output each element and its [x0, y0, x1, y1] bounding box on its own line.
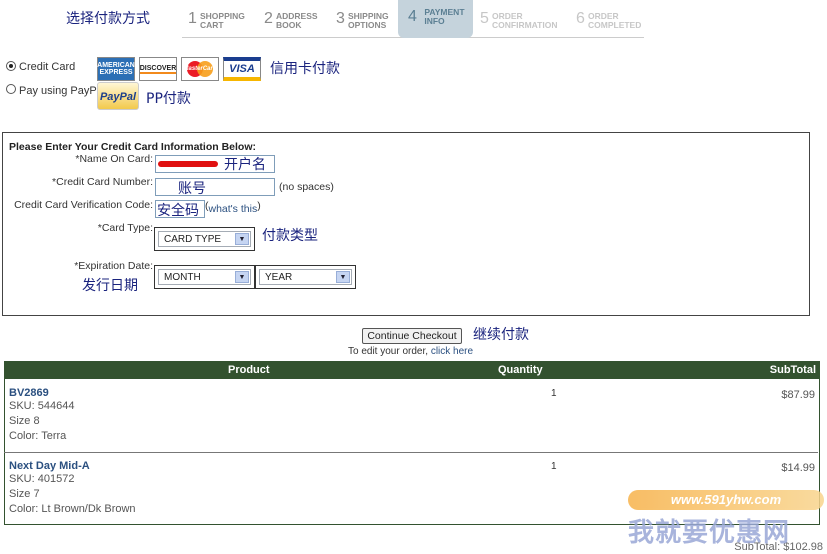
name-on-card-label: *Name On Card: [75, 153, 153, 165]
step-label: PAYMENT INFO [424, 7, 465, 26]
product-size: Size 7 [9, 488, 40, 500]
card-number-annotation: 账号 [178, 181, 206, 197]
paypal-logo[interactable]: PayPal [97, 82, 139, 110]
card-number-label: *Credit Card Number: [52, 176, 153, 188]
edit-order-note: To edit your order, click here [348, 346, 474, 357]
paypal-label[interactable]: Pay using PayPal [19, 85, 105, 97]
cvv-annotation: 安全码 [157, 203, 199, 219]
product-subtotal: $14.99 [781, 462, 815, 474]
visa-logo: VISA [223, 57, 261, 81]
name-annotation: 开户名 [224, 157, 266, 173]
card-number-hint: (no spaces) [279, 181, 334, 193]
product-color: Color: Terra [9, 430, 67, 442]
cvv-help: (what's this) [205, 200, 261, 215]
expiration-label: *Expiration Date: [74, 260, 153, 272]
edit-order-link[interactable]: click here [431, 346, 473, 357]
credit-card-label[interactable]: Credit Card [19, 61, 75, 73]
quantity-column-header: Quantity [498, 364, 543, 376]
step-number: 5 [480, 10, 489, 27]
step-label: SHOPPING CART [200, 11, 245, 30]
checkout-steps: 1 SHOPPING CART 2 ADDRESS BOOK 3 SHIPPIN… [182, 0, 644, 38]
subtotal-column-header: SubTotal [769, 364, 816, 376]
watermark-url: www.591yhw.com [628, 490, 824, 510]
expiration-annotation: 发行日期 [82, 278, 138, 294]
card-type-label: *Card Type: [97, 222, 153, 234]
product-sku: SKU: 544644 [9, 400, 75, 412]
step-number: 4 [408, 8, 417, 25]
step-label: ADDRESS BOOK [276, 11, 318, 30]
chevron-down-icon[interactable]: ▼ [336, 271, 350, 283]
paypal-radio[interactable] [6, 84, 16, 94]
whats-this-link[interactable]: what's this [209, 203, 258, 215]
step-number: 6 [576, 10, 585, 27]
row-divider [4, 452, 818, 453]
product-column-header: Product [228, 364, 270, 376]
paypal-annotation: PP付款 [146, 91, 191, 107]
step-label: ORDER CONFIRMATION [492, 11, 558, 30]
mastercard-logo: MasterCard [181, 57, 219, 81]
credit-card-annotation: 信用卡付款 [270, 61, 340, 77]
step-payment-info: 4 PAYMENT INFO [398, 0, 473, 38]
credit-card-radio[interactable] [6, 61, 16, 71]
product-sku: SKU: 401572 [9, 473, 75, 485]
month-select[interactable]: MONTH ▼ [154, 265, 255, 289]
card-type-select[interactable]: CARD TYPE ▼ [154, 227, 255, 251]
order-table-header: Product Quantity SubTotal [4, 361, 820, 379]
cvv-label: Credit Card Verification Code: [14, 199, 153, 211]
product-color: Color: Lt Brown/Dk Brown [9, 503, 136, 515]
form-heading: Please Enter Your Credit Card Informatio… [9, 141, 256, 153]
product-quantity: 1 [551, 461, 557, 472]
continue-annotation: 继续付款 [473, 327, 529, 343]
product-name-link[interactable]: Next Day Mid-A [9, 460, 90, 472]
year-select[interactable]: YEAR ▼ [255, 265, 356, 289]
card-type-annotation: 付款类型 [262, 228, 318, 244]
discover-logo: DISCOVER [139, 57, 177, 81]
redaction-mark [158, 161, 218, 167]
step-number: 1 [188, 10, 197, 27]
step-label: ORDER COMPLETED [588, 11, 642, 30]
amex-logo: AMERICAN EXPRESS [97, 57, 135, 81]
name-on-card-field[interactable]: 开户名 [155, 155, 275, 173]
continue-checkout-button[interactable]: Continue Checkout [362, 328, 462, 344]
step-number: 2 [264, 10, 273, 27]
chevron-down-icon[interactable]: ▼ [235, 271, 249, 283]
chevron-down-icon[interactable]: ▼ [235, 233, 249, 245]
cvv-field[interactable]: 安全码 [155, 200, 205, 219]
product-size: Size 8 [9, 415, 40, 427]
step-number: 3 [336, 10, 345, 27]
card-number-field[interactable]: 账号 [155, 178, 275, 197]
step-label: SHIPPING OPTIONS [348, 11, 389, 30]
product-name-link[interactable]: BV2869 [9, 387, 49, 399]
watermark-text: 我就要优惠网 [628, 518, 791, 548]
product-quantity: 1 [551, 388, 557, 399]
product-subtotal: $87.99 [781, 389, 815, 401]
page-title-annotation: 选择付款方式 [66, 11, 150, 27]
